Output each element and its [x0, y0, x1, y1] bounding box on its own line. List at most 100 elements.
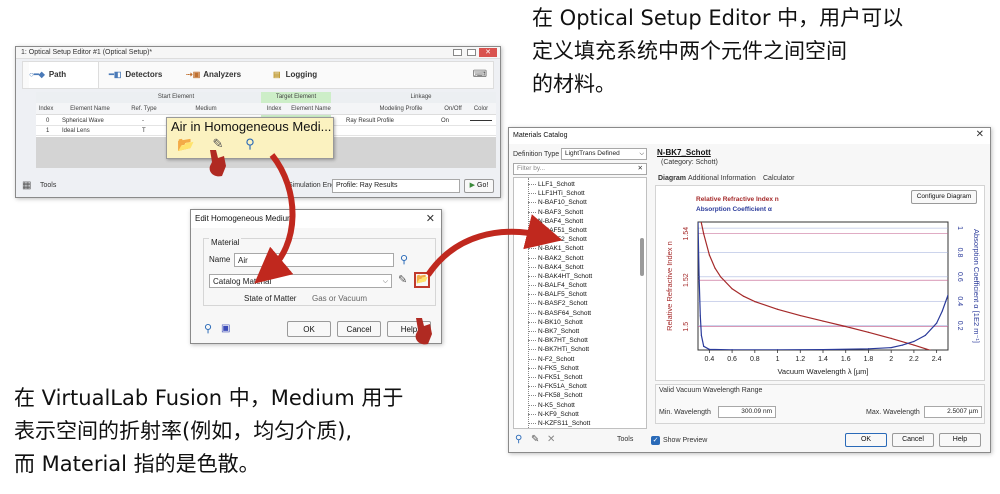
calculator-icon[interactable]: ▦ — [22, 180, 31, 191]
open-catalog-folder-icon[interactable]: 📂 — [414, 272, 430, 288]
y-tick-label: 1.5 — [683, 322, 690, 332]
list-item[interactable]: N-BALF4_Schott — [514, 281, 636, 290]
col-element-name: Element Name — [70, 106, 110, 112]
list-item[interactable]: N-BK10_Schott — [514, 318, 636, 327]
list-item[interactable]: N-BASF2_Schott — [514, 299, 636, 308]
editor-title: 1: Optical Setup Editor #1 (Optical Setu… — [21, 49, 153, 56]
data-point — [890, 346, 892, 349]
cancel-button[interactable]: Cancel — [892, 433, 934, 447]
list-item[interactable]: N-BAF51_Schott — [514, 226, 636, 235]
ok-button[interactable]: OK — [845, 433, 887, 447]
row-index: 0 — [46, 118, 50, 124]
search-icon[interactable]: ⚲ — [515, 434, 522, 445]
sim-engine-select[interactable]: Profile: Ray Results — [332, 179, 460, 193]
list-item[interactable]: N-BAK2_Schott — [514, 254, 636, 263]
definition-type-select[interactable]: LightTrans Defined ⌵ — [561, 148, 647, 160]
data-point — [941, 310, 943, 312]
cancel-button[interactable]: Cancel — [337, 321, 381, 337]
tools-menu[interactable]: Tools — [40, 182, 56, 189]
tab-detectors[interactable]: ━◧ Detectors — [109, 62, 181, 88]
list-item[interactable]: N-BK7_Schott — [514, 327, 636, 336]
tab-additional-information[interactable]: Additional Information — [688, 175, 756, 182]
min-wavelength-label: Min. Wavelength — [659, 409, 711, 416]
list-item[interactable]: N-BAF4_Schott — [514, 217, 636, 226]
row-color-swatch[interactable] — [470, 120, 492, 121]
delete-icon[interactable]: ✕ — [547, 434, 555, 445]
medium-tooltip: Air in Homogeneous Medi... 📂 ✎ ⚲ — [166, 117, 334, 159]
tab-path[interactable]: ○━◆ Path — [29, 62, 99, 88]
list-item[interactable]: N-BAF52_Schott — [514, 235, 636, 244]
y2-tick-label: 0.6 — [956, 272, 963, 282]
list-item[interactable]: N-F2_Schott — [514, 355, 636, 364]
material-list: LLF1_Schott LLF1HTi_Schott N-BAF10_Schott N… — [514, 180, 636, 428]
list-item[interactable]: N-K5_Schott — [514, 401, 636, 410]
go-button[interactable]: ▶ Go! — [464, 179, 494, 193]
show-preview-checkbox[interactable]: ✓ — [651, 436, 660, 445]
list-item[interactable]: N-FK5_Schott — [514, 364, 636, 373]
min-wavelength-field[interactable]: 300.09 nm — [718, 406, 776, 418]
close-icon[interactable]: ✕ — [976, 129, 984, 140]
list-item[interactable]: N-BK7HT_Schott — [514, 336, 636, 345]
annotation-bottom-line3: 而 Material 指的是色散。 — [14, 452, 260, 476]
tools-menu[interactable]: Tools — [617, 436, 633, 443]
analyzers-icon: ⇢▣ — [186, 70, 201, 79]
list-item[interactable]: N-BASF64_Schott — [514, 309, 636, 318]
edit-pencil-icon[interactable]: ✎ — [531, 434, 539, 445]
range-group-label: Valid Vacuum Wavelength Range — [659, 387, 763, 394]
group-start: Start Element — [157, 94, 195, 100]
catalog-material-select[interactable]: Catalog Material ⌵ — [209, 274, 392, 288]
list-item[interactable]: LLF1_Schott — [514, 180, 636, 189]
list-item[interactable]: N-BALF5_Schott — [514, 290, 636, 299]
save-icon[interactable]: ▣ — [221, 323, 230, 334]
col-color: Color — [473, 106, 489, 112]
name-field[interactable]: Air — [234, 253, 394, 267]
data-point — [901, 344, 904, 346]
data-point — [742, 295, 745, 297]
ok-button[interactable]: OK — [287, 321, 331, 337]
list-item[interactable]: LLF1HTi_Schott — [514, 189, 636, 198]
close-button[interactable]: ✕ — [479, 48, 497, 57]
minimize-button[interactable] — [453, 49, 462, 56]
list-item[interactable]: N-BAK4HT_Schott — [514, 272, 636, 281]
path-icon: ○━◆ — [29, 70, 45, 79]
max-wavelength-field[interactable]: 2.5007 µm — [924, 406, 982, 418]
data-point — [924, 334, 926, 336]
help-button[interactable]: Help — [939, 433, 981, 447]
tree-scrollbar-thumb[interactable] — [640, 238, 644, 276]
list-item[interactable]: N-KF9_Schott — [514, 410, 636, 419]
edit-pencil-icon[interactable]: ✎ — [205, 136, 231, 156]
search-icon[interactable]: ⚲ — [204, 322, 212, 335]
material-tree[interactable]: LLF1_Schott LLF1HTi_Schott N-BAF10_Schott N… — [513, 177, 647, 429]
list-item[interactable]: N-KZFS11_Schott — [514, 419, 636, 428]
maximize-button[interactable] — [467, 49, 476, 56]
list-item[interactable]: N-BAF10_Schott — [514, 198, 636, 207]
help-button[interactable]: Help — [387, 321, 431, 337]
detectors-icon: ━◧ — [109, 70, 122, 79]
state-of-matter-label: State of Matter — [244, 294, 297, 303]
annotation-bottom-line1: 在 VirtualLab Fusion 中，Medium 用于 — [14, 386, 404, 410]
layout-icon[interactable]: ⌨ — [473, 69, 487, 80]
clear-filter-icon[interactable]: ✕ — [638, 164, 643, 174]
data-point — [867, 331, 870, 333]
filter-input[interactable]: Filter by... ✕ — [513, 163, 647, 175]
tab-analyzers[interactable]: ⇢▣ Analyzers — [186, 62, 258, 88]
show-preview-label: Show Preview — [663, 437, 708, 444]
tab-calculator[interactable]: Calculator — [763, 175, 795, 182]
configure-diagram-button[interactable]: Configure Diagram — [911, 190, 977, 204]
list-item[interactable]: N-BAK1_Schott — [514, 244, 636, 253]
tab-logging[interactable]: ▤ Logging — [273, 62, 345, 88]
tab-diagram[interactable]: Diagram — [658, 175, 686, 182]
list-item[interactable]: N-BAF3_Schott — [514, 208, 636, 217]
list-item[interactable]: N-FK51_Schott — [514, 373, 636, 382]
search-icon[interactable]: ⚲ — [400, 253, 408, 266]
open-folder-icon[interactable]: 📂 — [173, 136, 199, 156]
edit-pencil-icon[interactable]: ✎ — [398, 273, 407, 286]
list-item[interactable]: N-FK51A_Schott — [514, 382, 636, 391]
row-onoff[interactable]: On — [441, 118, 449, 124]
inspect-magnifier-icon[interactable]: ⚲ — [237, 136, 263, 156]
list-item[interactable]: N-BAK4_Schott — [514, 263, 636, 272]
list-item[interactable]: N-FK58_Schott — [514, 391, 636, 400]
close-icon[interactable]: ✕ — [426, 212, 435, 225]
list-item[interactable]: N-BK7HTi_Schott — [514, 345, 636, 354]
row-index: 1 — [46, 128, 50, 134]
